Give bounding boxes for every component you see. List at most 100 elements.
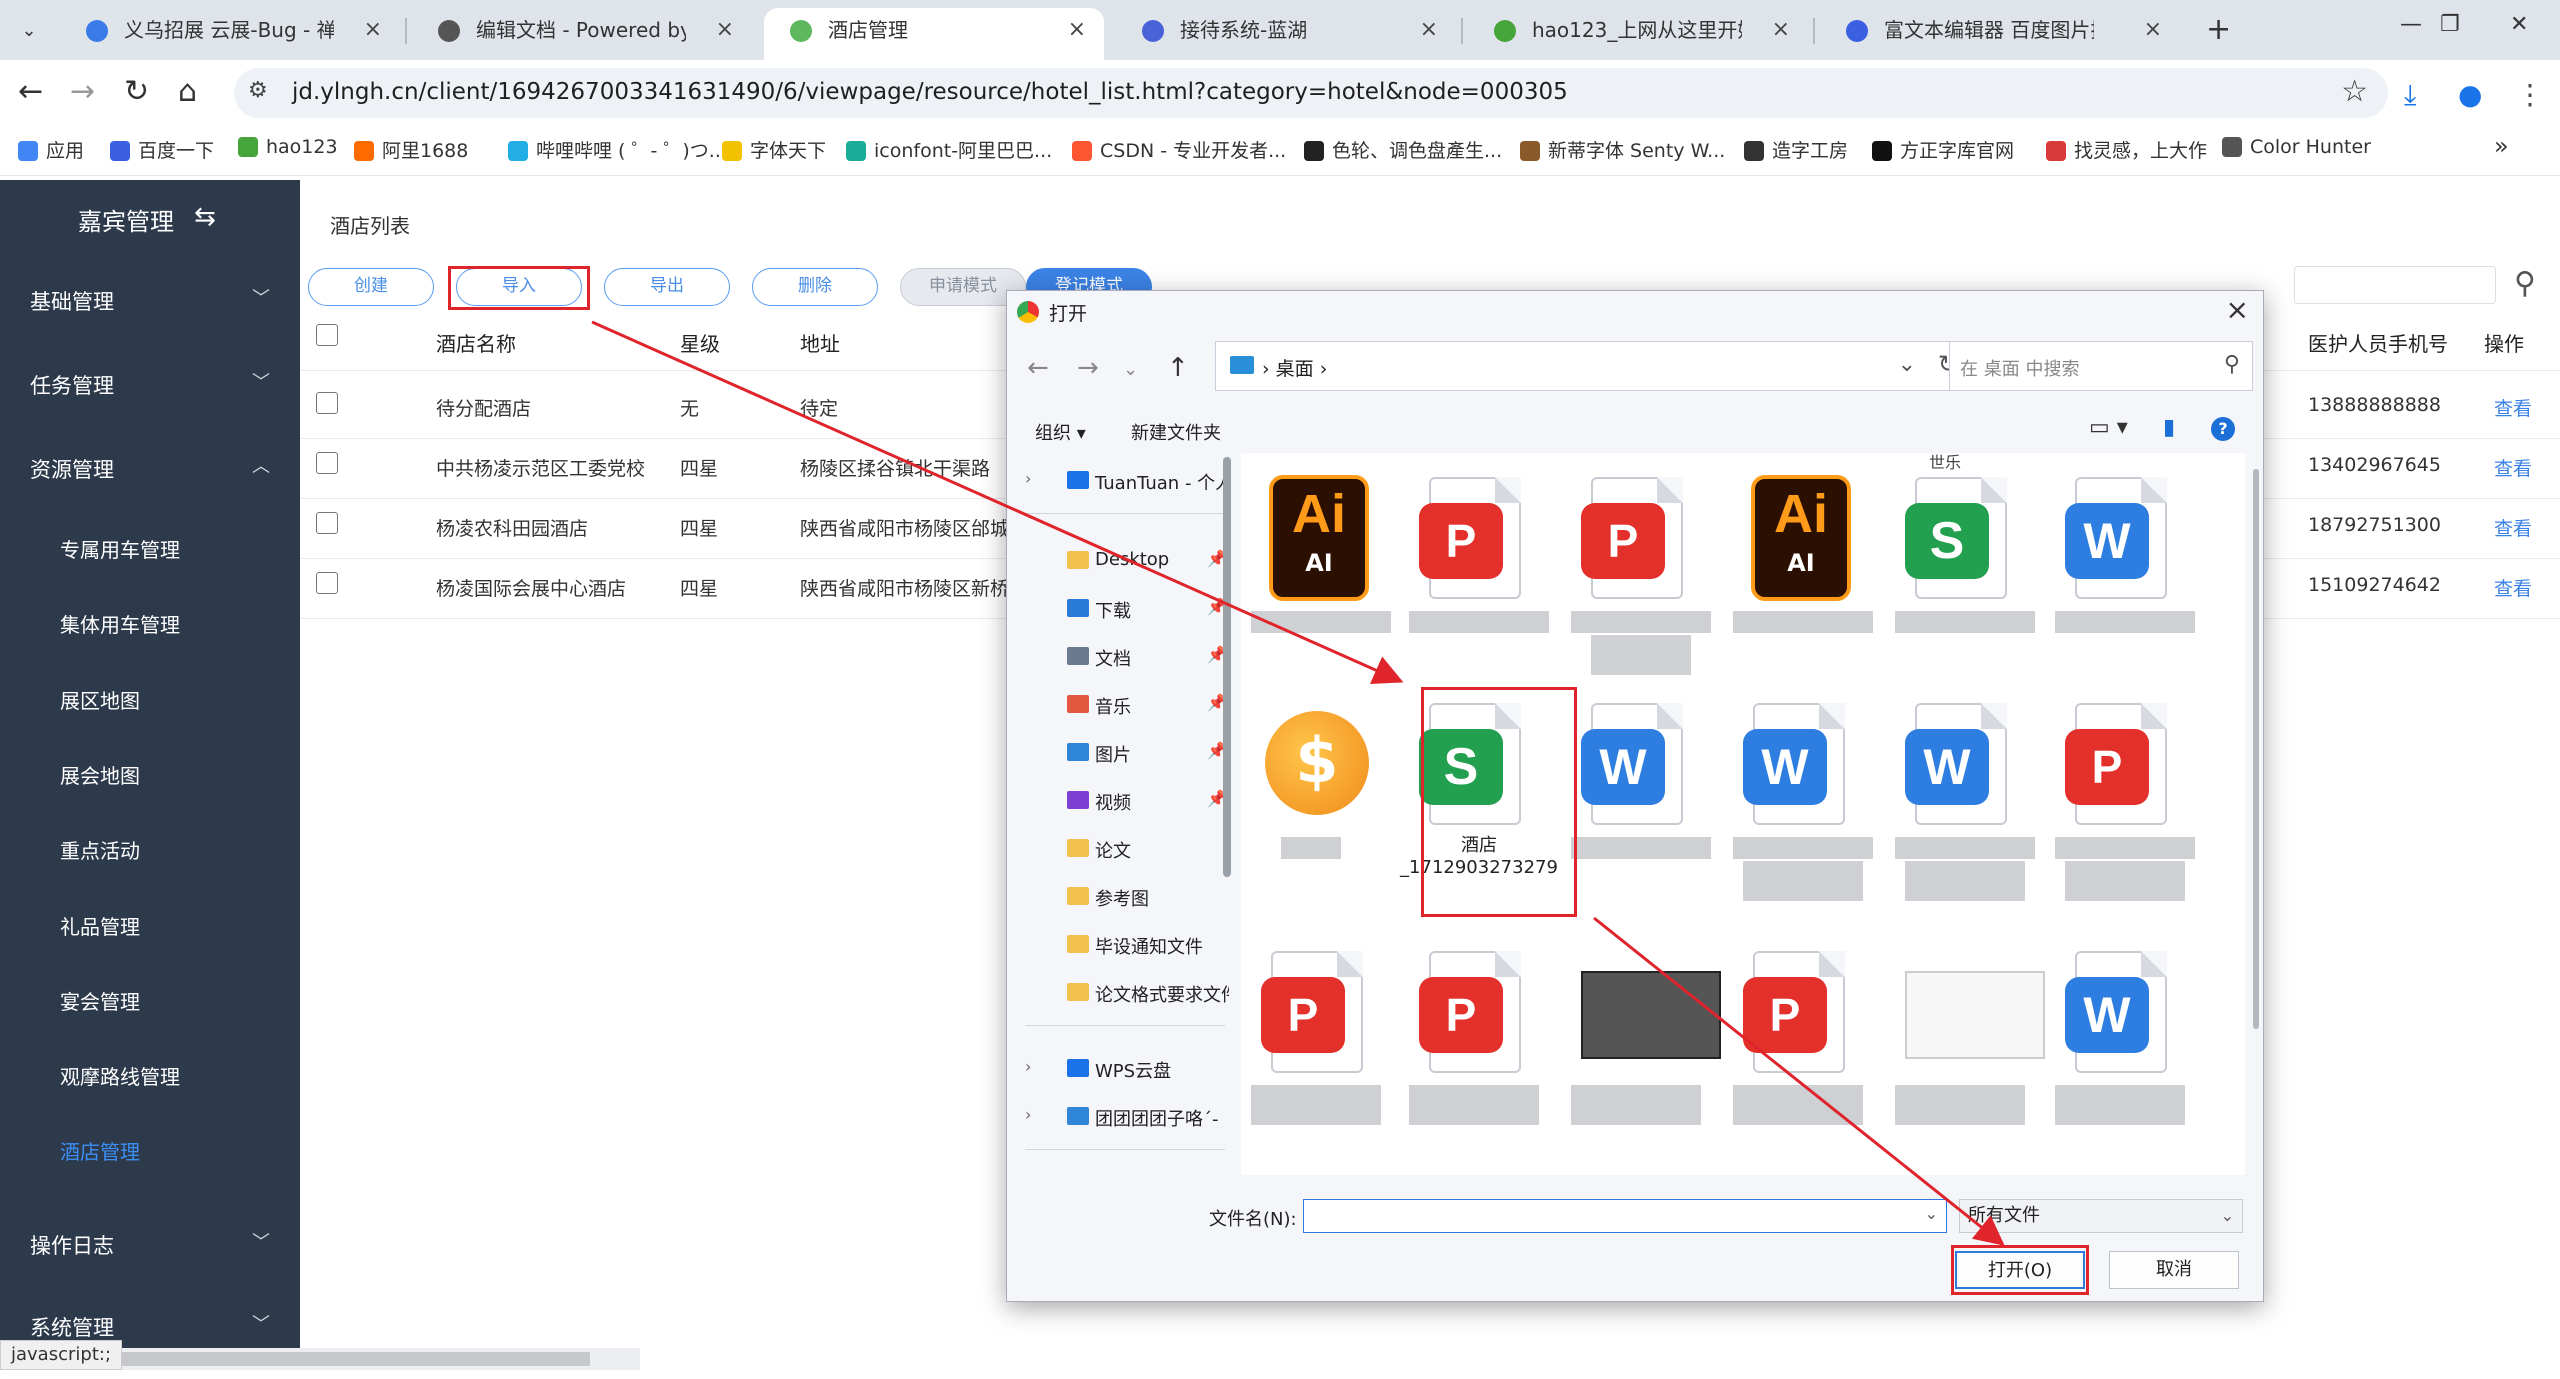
- browser-tab[interactable]: 义乌招展 云展-Bug - 禅道 ×: [60, 8, 400, 60]
- nav-pane-item[interactable]: 视频 📌: [1017, 781, 1229, 821]
- file-item[interactable]: W: [1743, 699, 1853, 829]
- file-item[interactable]: [1905, 947, 2045, 1077]
- sidebar-sub-item[interactable]: 展会地图: [60, 760, 140, 789]
- file-item[interactable]: S: [1905, 473, 2015, 603]
- dialog-recent-chevron-icon[interactable]: ⌄: [1123, 359, 1138, 380]
- sidebar-menu[interactable]: 任务管理 ﹀: [0, 352, 300, 412]
- file-item[interactable]: Ai AI: [1261, 473, 1371, 603]
- create-button[interactable]: 创建: [308, 268, 434, 306]
- browser-menu-icon[interactable]: ⋮: [2516, 78, 2544, 111]
- bookmark-item[interactable]: 方正字库官网: [1872, 136, 2014, 163]
- site-info-icon[interactable]: ⚙: [248, 78, 268, 103]
- dialog-search-input[interactable]: 在 桌面 中搜索 ⚲: [1949, 341, 2253, 391]
- bookmark-star-icon[interactable]: ☆: [2341, 74, 2368, 109]
- file-item[interactable]: P: [2065, 699, 2175, 829]
- view-link[interactable]: 查看: [2494, 454, 2532, 481]
- file-item[interactable]: W: [2065, 947, 2175, 1077]
- sidebar-sub-item[interactable]: 宴会管理: [60, 986, 140, 1015]
- browser-tab[interactable]: 富文本编辑器 百度图片搜索 ×: [1820, 8, 2180, 60]
- nav-pane-item[interactable]: 论文: [1017, 829, 1229, 869]
- download-icon[interactable]: ⤓: [2404, 78, 2416, 112]
- back-arrow-icon[interactable]: ←: [18, 74, 43, 109]
- file-item[interactable]: P: [1743, 947, 1853, 1077]
- search-input[interactable]: [2294, 266, 2496, 304]
- sidebar-sub-item[interactable]: 重点活动: [60, 835, 140, 864]
- tab-close-icon[interactable]: ×: [1772, 8, 1790, 52]
- file-type-select[interactable]: 所有文件 ⌄: [1959, 1199, 2243, 1233]
- reload-icon[interactable]: ↻: [124, 74, 149, 109]
- restore-icon[interactable]: ❐: [2440, 12, 2460, 37]
- sidebar-sub-item[interactable]: 礼品管理: [60, 911, 140, 940]
- bookmark-item[interactable]: 阿里1688: [354, 136, 468, 163]
- file-grid-scrollbar[interactable]: [2251, 453, 2261, 1175]
- sidebar-sub-item[interactable]: 展区地图: [60, 685, 140, 714]
- bookmark-item[interactable]: 百度一下: [110, 136, 214, 163]
- tab-close-icon[interactable]: ×: [716, 8, 734, 52]
- expand-chevron-icon[interactable]: ›: [1025, 1105, 1031, 1124]
- view-link[interactable]: 查看: [2494, 574, 2532, 601]
- nav-pane-item[interactable]: 图片 📌: [1017, 733, 1229, 773]
- row-checkbox[interactable]: [316, 572, 338, 594]
- sidebar-menu[interactable]: 基础管理 ﹀: [0, 268, 300, 328]
- filename-dropdown-icon[interactable]: ⌄: [1925, 1204, 1938, 1223]
- preview-pane-icon[interactable]: ▮: [2163, 415, 2175, 440]
- home-icon[interactable]: ⌂: [178, 74, 197, 109]
- switch-icon[interactable]: ⇆: [194, 202, 216, 232]
- select-all-checkbox[interactable]: [316, 324, 338, 346]
- bookmarks-overflow-icon[interactable]: »: [2494, 132, 2509, 160]
- minimize-icon[interactable]: —: [2400, 12, 2422, 37]
- nav-pane-scrollbar[interactable]: [1223, 457, 1231, 877]
- bookmark-item[interactable]: 色轮、调色盘產生...: [1304, 136, 1502, 163]
- dialog-up-icon[interactable]: ↑: [1167, 353, 1189, 383]
- tab-search-chevron-icon[interactable]: ⌄: [12, 14, 46, 48]
- bookmark-item[interactable]: 找灵感，上大作: [2046, 136, 2207, 163]
- sidebar-sub-item[interactable]: 酒店管理: [60, 1136, 140, 1165]
- path-dropdown-icon[interactable]: ⌄: [1898, 352, 1916, 377]
- search-icon[interactable]: ⚲: [2514, 266, 2536, 301]
- url-text[interactable]: jd.ylngh.cn/client/1694267003341631490/6…: [292, 79, 1568, 105]
- bookmark-item[interactable]: 新蒂字体 Senty W...: [1520, 136, 1725, 163]
- view-options-icon[interactable]: ▭ ▾: [2089, 415, 2128, 440]
- nav-pane-item[interactable]: 毕设通知文件: [1017, 925, 1229, 965]
- file-grid-scrollbar-thumb[interactable]: [2253, 469, 2259, 1029]
- bookmark-item[interactable]: 哔哩哔哩 ( ゜- ゜)つ...: [508, 136, 727, 163]
- file-item[interactable]: P: [1581, 473, 1691, 603]
- sidebar-menu[interactable]: 操作日志 ﹀: [0, 1212, 300, 1272]
- file-item[interactable]: W: [2065, 473, 2175, 603]
- browser-tab[interactable]: hao123_上网从这里开始 ×: [1468, 8, 1808, 60]
- row-checkbox[interactable]: [316, 392, 338, 414]
- bookmark-item[interactable]: CSDN - 专业开发者...: [1072, 136, 1286, 163]
- row-checkbox[interactable]: [316, 452, 338, 474]
- window-close-icon[interactable]: ✕: [2510, 12, 2528, 37]
- nav-pane-item[interactable]: › 团团团团子咯´-: [1017, 1097, 1229, 1137]
- nav-pane-item[interactable]: › TuanTuan - 个人: [1017, 461, 1229, 501]
- dialog-search-icon[interactable]: ⚲: [2224, 352, 2240, 377]
- profile-avatar-icon[interactable]: ●: [2458, 78, 2482, 111]
- new-tab-plus-icon[interactable]: +: [2206, 12, 2231, 47]
- file-item[interactable]: W: [1581, 699, 1691, 829]
- filename-input[interactable]: ⌄: [1303, 1199, 1947, 1233]
- view-link[interactable]: 查看: [2494, 514, 2532, 541]
- nav-pane-item[interactable]: Desktop 📌: [1017, 541, 1229, 581]
- nav-pane-item[interactable]: 参考图: [1017, 877, 1229, 917]
- forward-arrow-icon[interactable]: →: [70, 74, 95, 109]
- file-item[interactable]: P: [1419, 473, 1529, 603]
- tab-close-icon[interactable]: ×: [1420, 8, 1438, 52]
- file-item[interactable]: P: [1261, 947, 1371, 1077]
- nav-pane-item[interactable]: › WPS云盘: [1017, 1049, 1229, 1089]
- nav-pane-item[interactable]: 音乐 📌: [1017, 685, 1229, 725]
- dialog-path-bar[interactable]: › 桌面 › ⌄ ↻: [1215, 341, 1969, 391]
- sidebar-menu[interactable]: 资源管理 ︿: [0, 436, 300, 496]
- file-item[interactable]: W: [1905, 699, 2015, 829]
- file-item[interactable]: $: [1261, 699, 1371, 829]
- bookmark-item[interactable]: 造字工房: [1744, 136, 1848, 163]
- nav-pane-item[interactable]: 下载 📌: [1017, 589, 1229, 629]
- dialog-close-icon[interactable]: ×: [2226, 293, 2249, 326]
- delete-button[interactable]: 删除: [752, 268, 878, 306]
- dialog-back-icon[interactable]: ←: [1027, 353, 1049, 383]
- export-button[interactable]: 导出: [604, 268, 730, 306]
- file-type-dropdown-icon[interactable]: ⌄: [2221, 1200, 2234, 1232]
- help-icon[interactable]: ?: [2211, 417, 2235, 441]
- sidebar-sub-item[interactable]: 专属用车管理: [60, 534, 180, 563]
- sidebar-sub-item[interactable]: 集体用车管理: [60, 609, 180, 638]
